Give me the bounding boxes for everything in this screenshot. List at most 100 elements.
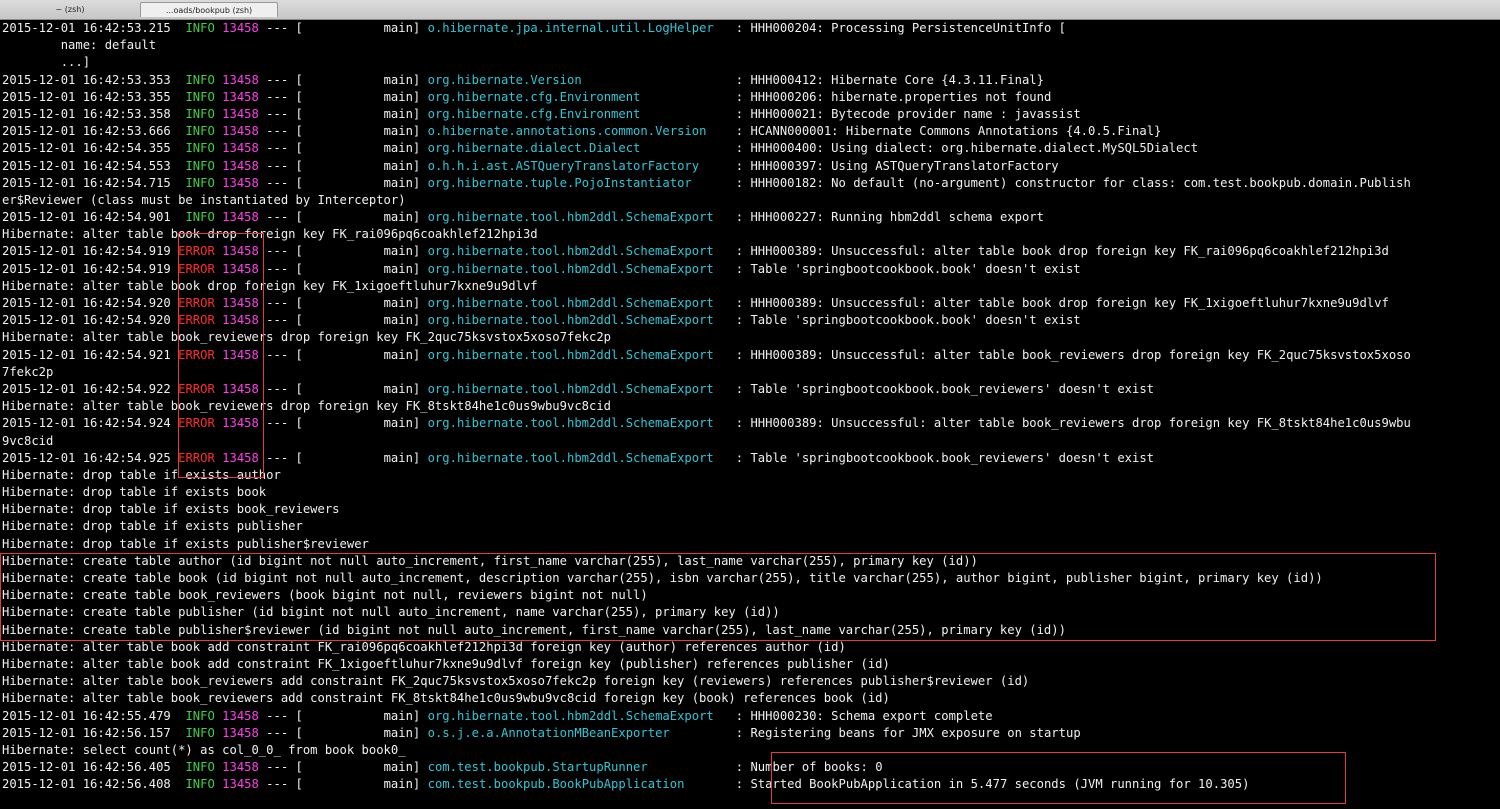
log-level: ERROR: [178, 450, 215, 465]
log-message: : HHH000206: hibernate.properties not fo…: [735, 89, 1052, 104]
log-logger: org.hibernate.tuple.PojoInstantiator: [427, 175, 729, 190]
log-thread: [ main]: [295, 725, 428, 740]
log-logger: org.hibernate.tool.hbm2ddl.SchemaExport: [427, 708, 729, 723]
log-logger: org.hibernate.tool.hbm2ddl.SchemaExport: [427, 261, 729, 276]
log-logger: org.hibernate.tool.hbm2ddl.SchemaExport: [427, 296, 729, 310]
log-text: Hibernate: alter table book_reviewers dr…: [2, 330, 612, 345]
log-line: 2015-12-01 16:42:56.157 INFO 13458 --- […: [2, 725, 1081, 740]
log-level: INFO: [185, 21, 215, 35]
log-level: INFO: [185, 89, 215, 104]
log-line: Hibernate: drop table if exists publishe…: [0, 518, 1500, 535]
log-message: : Table 'springbootcookbook.book' doesn'…: [735, 313, 1081, 328]
log-line: 2015-12-01 16:42:54.925 ERROR 13458 --- …: [2, 450, 1155, 465]
log-text: Hibernate: alter table book_reviewers ad…: [2, 691, 890, 706]
log-timestamp: 2015-12-01 16:42:54.919: [2, 244, 171, 259]
log-line: 2015-12-01 16:42:54.920 ERROR 13458 --- …: [2, 296, 1389, 310]
log-logger: org.hibernate.tool.hbm2ddl.SchemaExport: [427, 210, 729, 225]
log-timestamp: 2015-12-01 16:42:53.353: [2, 72, 171, 87]
log-timestamp: 2015-12-01 16:42:54.922: [2, 381, 171, 396]
log-line: Hibernate: drop table if exists book_rev…: [0, 501, 1500, 518]
log-level: INFO: [185, 141, 215, 156]
log-text: Hibernate: alter table book drop foreign…: [2, 278, 538, 293]
log-text: Hibernate: alter table book_reviewers ad…: [2, 674, 1030, 689]
log-line: Hibernate: create table author (id bigin…: [0, 553, 1500, 570]
log-level: ERROR: [178, 347, 215, 362]
log-line: Hibernate: drop table if exists author: [0, 467, 1500, 484]
log-level: INFO: [185, 760, 215, 775]
log-thread: [ main]: [295, 777, 428, 792]
log-thread: [ main]: [295, 124, 428, 139]
log-timestamp: 2015-12-01 16:42:53.666: [2, 124, 171, 139]
log-pid: 13458: [222, 158, 259, 173]
log-line: 2015-12-01 16:42:54.553 INFO 13458 --- […: [2, 158, 1059, 173]
log-line: Hibernate: drop table if exists book: [0, 484, 1500, 501]
log-text: Hibernate: select count(*) as col_0_0_ f…: [2, 742, 406, 757]
log-pid: 13458: [222, 106, 259, 121]
log-text: ...]: [2, 55, 91, 70]
log-message: : HHH000230: Schema export complete: [735, 708, 993, 723]
log-logger: org.hibernate.tool.hbm2ddl.SchemaExport: [427, 313, 729, 328]
tab-bookpub[interactable]: ...oads/bookpub (zsh): [140, 2, 278, 17]
log-line: Hibernate: alter table book add constrai…: [0, 656, 1500, 673]
log-line: 2015-12-01 16:42:54.920 ERROR 13458 --- …: [2, 313, 1081, 328]
log-text: Hibernate: alter table book add constrai…: [2, 639, 846, 654]
log-line: Hibernate: alter table book_reviewers dr…: [0, 329, 1500, 346]
log-timestamp: 2015-12-01 16:42:56.405: [2, 760, 171, 775]
log-thread: [ main]: [295, 21, 428, 35]
log-line: Hibernate: alter table book add constrai…: [0, 639, 1500, 656]
terminal-output[interactable]: 2015-12-01 16:42:53.215 INFO 13458 --- […: [0, 20, 1500, 809]
log-line: Hibernate: drop table if exists publishe…: [0, 536, 1500, 553]
tab-bar: ~ (zsh) ...oads/bookpub (zsh): [0, 0, 1500, 20]
log-pid: 13458: [222, 141, 259, 156]
log-level: INFO: [185, 106, 215, 121]
log-line: 2015-12-01 16:42:53.358 INFO 13458 --- […: [2, 106, 1081, 121]
log-level: ERROR: [178, 261, 215, 276]
log-pid: 13458: [222, 210, 259, 225]
log-line: 2015-12-01 16:42:53.355 INFO 13458 --- […: [2, 89, 1052, 104]
log-pid: 13458: [222, 72, 259, 87]
log-level: INFO: [185, 777, 215, 792]
log-thread: [ main]: [295, 175, 428, 190]
log-pid: 13458: [222, 347, 259, 362]
log-text: 9vc8cid: [2, 433, 54, 448]
log-message: : HHH000021: Bytecode provider name : ja…: [735, 106, 1081, 121]
log-pid: 13458: [222, 381, 259, 396]
log-timestamp: 2015-12-01 16:42:54.924: [2, 416, 171, 431]
log-timestamp: 2015-12-01 16:42:53.215: [2, 21, 171, 35]
tab-zsh-home[interactable]: ~ (zsh): [0, 2, 140, 17]
log-timestamp: 2015-12-01 16:42:56.157: [2, 725, 171, 740]
log-line: Hibernate: create table publisher (id bi…: [0, 604, 1500, 621]
log-pid: 13458: [222, 244, 259, 259]
log-thread: [ main]: [295, 72, 428, 87]
log-timestamp: 2015-12-01 16:42:56.408: [2, 777, 171, 792]
log-thread: [ main]: [295, 158, 428, 173]
log-timestamp: 2015-12-01 16:42:54.901: [2, 210, 171, 225]
log-pid: 13458: [222, 296, 259, 310]
log-message: : HHH000389: Unsuccessful: alter table b…: [735, 296, 1389, 310]
log-level: ERROR: [178, 416, 215, 431]
log-level: INFO: [185, 175, 215, 190]
log-level: INFO: [185, 72, 215, 87]
log-level: ERROR: [178, 296, 215, 310]
log-line: Hibernate: create table book_reviewers (…: [0, 587, 1500, 604]
log-line: 2015-12-01 16:42:54.715 INFO 13458 --- […: [2, 175, 1411, 190]
log-thread: [ main]: [295, 261, 428, 276]
log-level: ERROR: [178, 313, 215, 328]
log-line: 2015-12-01 16:42:53.353 INFO 13458 --- […: [2, 72, 1044, 87]
log-level: ERROR: [178, 244, 215, 259]
log-level: INFO: [185, 725, 215, 740]
log-logger: org.hibernate.tool.hbm2ddl.SchemaExport: [427, 244, 729, 259]
log-text: Hibernate: drop table if exists publishe…: [2, 536, 369, 551]
log-thread: [ main]: [295, 381, 428, 396]
log-logger: org.hibernate.tool.hbm2ddl.SchemaExport: [427, 450, 729, 465]
log-thread: [ main]: [295, 244, 428, 259]
log-line: 2015-12-01 16:42:54.919 ERROR 13458 --- …: [2, 261, 1081, 276]
log-level: ERROR: [178, 381, 215, 396]
log-line: Hibernate: alter table book_reviewers dr…: [0, 398, 1500, 415]
log-logger: org.hibernate.tool.hbm2ddl.SchemaExport: [427, 381, 729, 396]
log-logger: o.h.h.i.ast.ASTQueryTranslatorFactory: [427, 158, 729, 173]
log-message: : Started BookPubApplication in 5.477 se…: [735, 777, 1250, 792]
log-thread: [ main]: [295, 708, 428, 723]
log-message: : HHH000389: Unsuccessful: alter table b…: [735, 416, 1411, 431]
log-pid: 13458: [222, 760, 259, 775]
